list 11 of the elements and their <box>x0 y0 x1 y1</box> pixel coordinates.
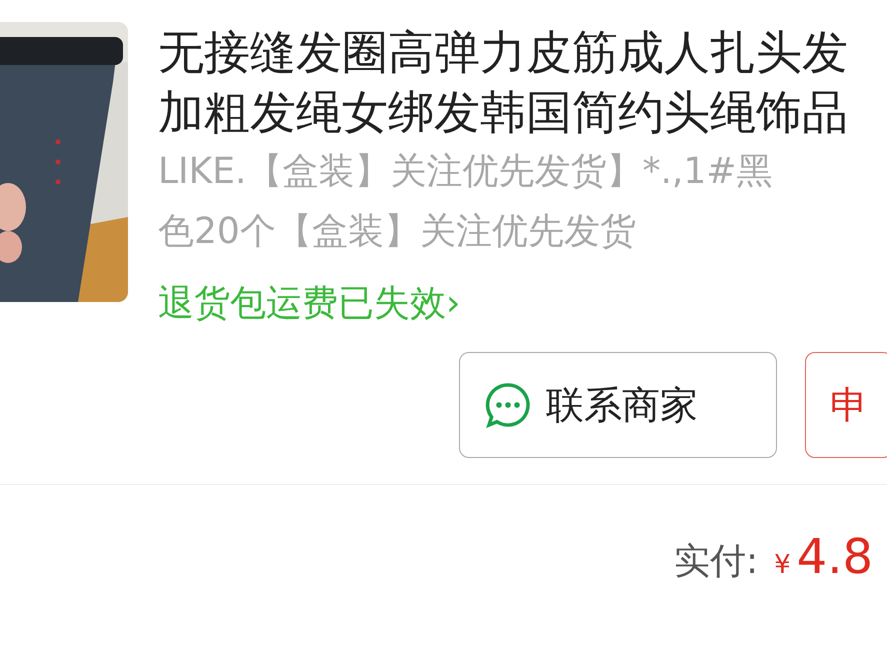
product-title-line: 加粗发绳女绑发韩国简约头绳饰品 <box>158 84 848 141</box>
return-shipping-link[interactable]: 退货包运费已失效› <box>158 274 460 334</box>
product-spec-line: LIKE.【盒装】关注优先发货】*.,1#黑 <box>158 150 774 194</box>
apply-button[interactable]: 申 <box>805 352 887 458</box>
product-title-line: 无接缝发圈高弹力皮筋成人扎头发 <box>158 24 848 81</box>
product-spec-line: 色20个【盒装】关注优先发货 <box>158 210 637 254</box>
chat-bubble-icon <box>484 381 532 429</box>
currency-symbol: ¥ <box>774 549 791 582</box>
paid-label: 实付: <box>674 540 758 584</box>
contact-seller-button[interactable]: 联系商家 <box>459 352 777 458</box>
paid-amount: 4.8 <box>796 528 873 587</box>
